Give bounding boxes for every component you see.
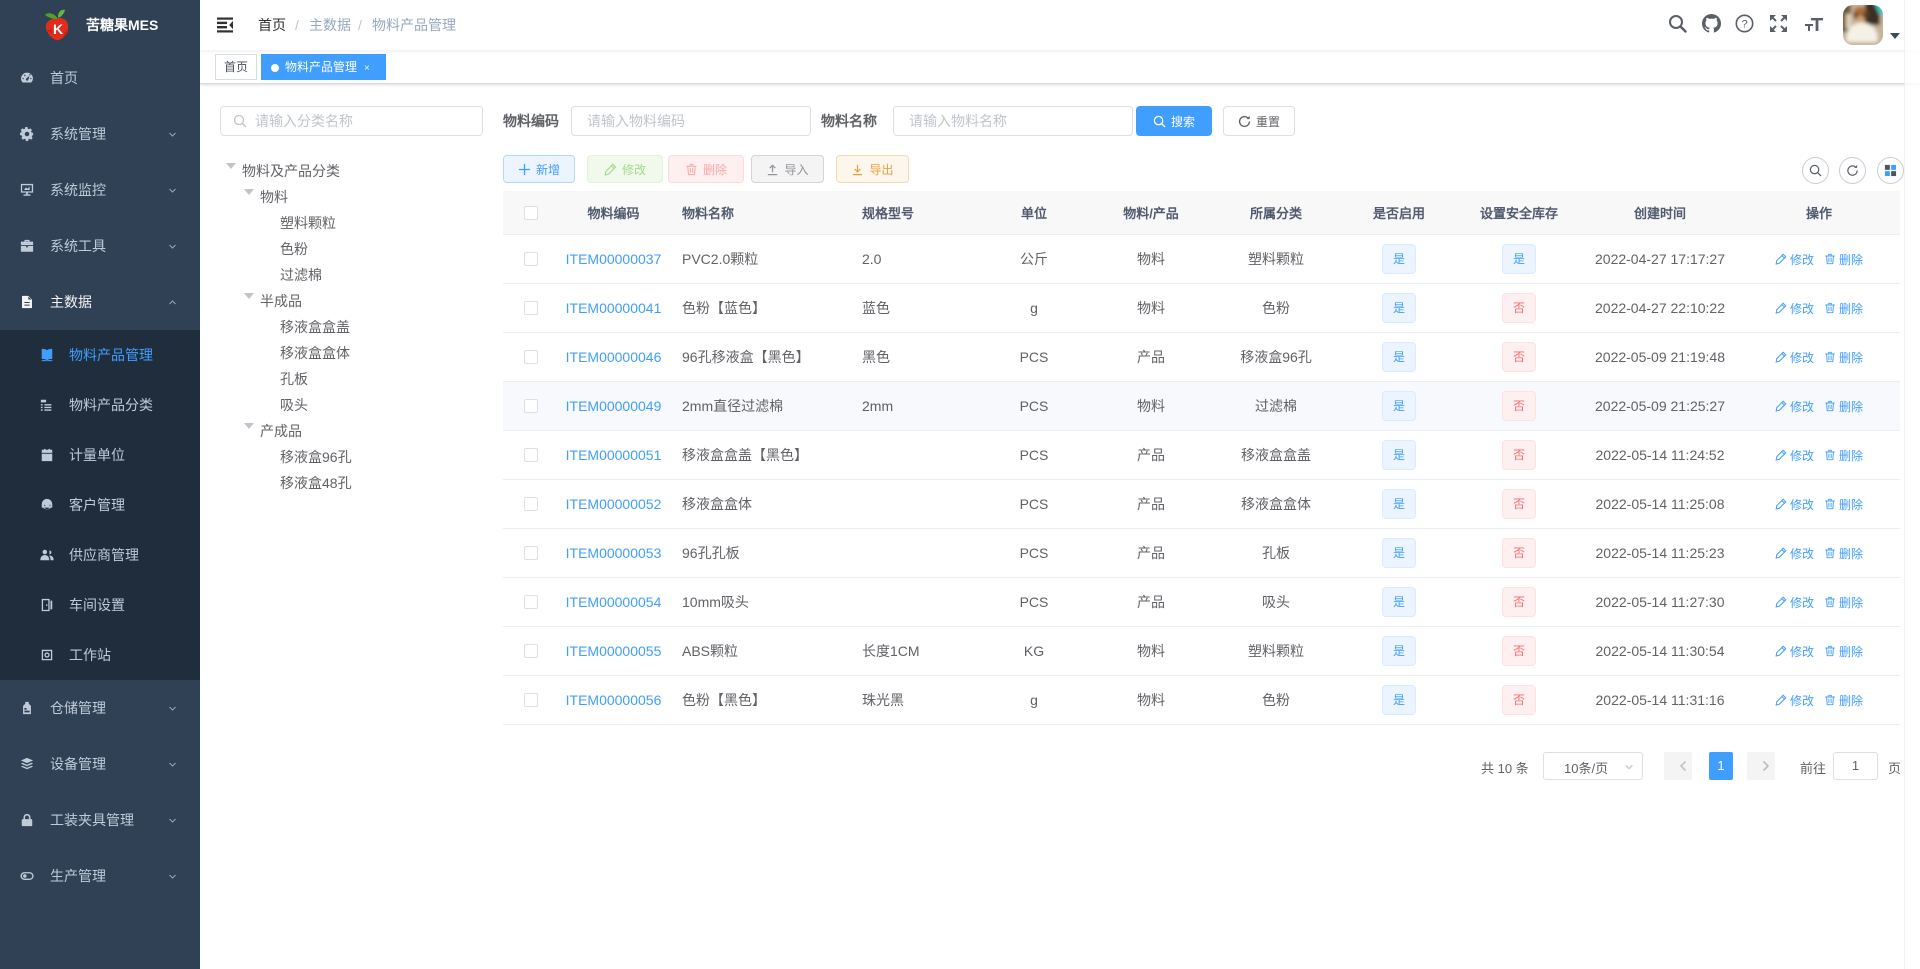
svg-text:K: K bbox=[53, 21, 63, 37]
svg-text:?: ? bbox=[1741, 19, 1747, 31]
